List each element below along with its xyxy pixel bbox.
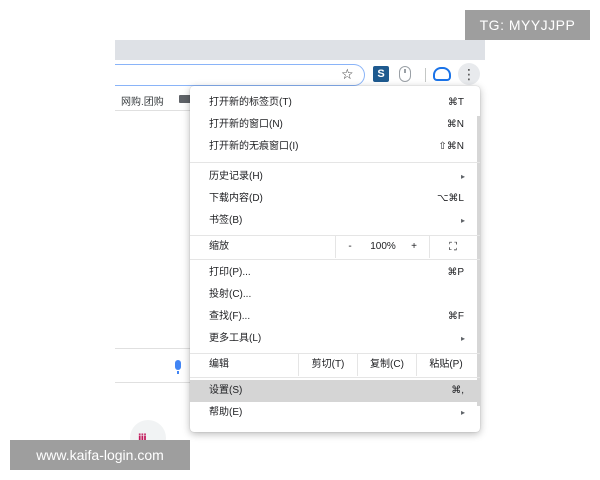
menu-item-find[interactable]: 查找(F)... ⌘F [190, 306, 480, 328]
search-box-edge [115, 382, 195, 383]
menu-item-label: 打开新的窗口(N) [209, 119, 283, 130]
paste-button[interactable]: 粘贴(P) [417, 354, 475, 376]
menu-separator [190, 259, 480, 260]
submenu-arrow-icon: ▸ [460, 216, 465, 225]
zoom-divider [429, 236, 430, 258]
fullscreen-icon[interactable]: ⛶ [440, 236, 466, 258]
menu-item-label: 打开新的无痕窗口(I) [209, 141, 299, 152]
menu-item-label: 下载内容(D) [209, 193, 263, 204]
submenu-arrow-icon: ▸ [460, 408, 465, 417]
menu-item-shortcut: ⇧⌘N [438, 141, 464, 152]
menu-item-shortcut: ⌘, [451, 385, 464, 396]
menu-item-print[interactable]: 打印(P)... ⌘P [190, 262, 480, 284]
watermark-bottom-left: www.kaifa-login.com [10, 440, 190, 470]
copy-button[interactable]: 复制(C) [358, 354, 416, 376]
menu-item-new-window[interactable]: 打开新的窗口(N) ⌘N [190, 114, 480, 136]
extension-s-icon[interactable]: S [373, 66, 389, 82]
menu-row-edit: 编辑 剪切(T) 复制(C) 粘贴(P) [190, 354, 480, 376]
address-bar[interactable]: ☆ [115, 64, 365, 86]
menu-item-label: 更多工具(L) [209, 333, 262, 344]
zoom-in-button[interactable]: + [404, 236, 424, 258]
chrome-app-menu: 打开新的标签页(T) ⌘T 打开新的窗口(N) ⌘N 打开新的无痕窗口(I) ⇧… [190, 86, 480, 432]
menu-item-label: 投射(C)... [209, 289, 252, 300]
submenu-arrow-icon: ▸ [460, 334, 465, 343]
menu-item-label: 打开新的标签页(T) [209, 97, 292, 108]
menu-item-new-incognito[interactable]: 打开新的无痕窗口(I) ⇧⌘N [190, 136, 480, 158]
menu-item-cast[interactable]: 投射(C)... [190, 284, 480, 306]
menu-item-bookmarks[interactable]: 书签(B) ▸ [190, 210, 480, 232]
menu-separator [190, 162, 480, 163]
menu-separator [190, 377, 480, 378]
search-box-edge [115, 348, 195, 349]
cloud-extension-icon[interactable] [433, 67, 451, 81]
menu-item-history[interactable]: 历史记录(H) ▸ [190, 166, 480, 188]
mouse-extension-icon[interactable] [399, 66, 411, 82]
microphone-icon[interactable] [175, 360, 181, 374]
menu-item-help[interactable]: 帮助(E) ▸ [190, 402, 480, 424]
bookmark-star-icon[interactable]: ☆ [341, 66, 354, 83]
menu-item-label: 查找(F)... [209, 311, 251, 322]
zoom-level: 100% [370, 241, 396, 252]
edit-label: 编辑 [209, 359, 229, 370]
menu-item-label: 历史记录(H) [209, 171, 263, 182]
chrome-menu-button[interactable]: ⋮ [458, 63, 480, 85]
menu-item-shortcut: ⌘P [447, 267, 464, 278]
tab-strip [115, 40, 485, 60]
menu-item-label: 设置(S) [209, 385, 243, 396]
menu-item-shortcut: ⌘N [446, 119, 464, 130]
cut-button[interactable]: 剪切(T) [299, 354, 357, 376]
menu-item-shortcut: ⌘F [447, 311, 464, 322]
toolbar-divider [425, 68, 426, 82]
menu-item-shortcut: ⌘T [447, 97, 464, 108]
watermark-top-right: TG: MYYJJPP [465, 10, 590, 40]
menu-item-label: 打印(P)... [209, 267, 251, 278]
menu-item-label: 帮助(E) [209, 407, 243, 418]
menu-item-label: 书签(B) [209, 215, 243, 226]
zoom-divider [335, 236, 336, 258]
menu-row-zoom: 缩放 - 100% + ⛶ [190, 236, 480, 258]
menu-item-new-tab[interactable]: 打开新的标签页(T) ⌘T [190, 92, 480, 114]
menu-item-settings[interactable]: 设置(S) ⌘, [190, 380, 480, 402]
browser-toolbar: ☆ S ⋮ [115, 60, 485, 88]
menu-item-shortcut: ⌥⌘L [436, 193, 464, 204]
zoom-out-button[interactable]: - [340, 236, 360, 258]
bookmarks-bar: 网购.团购 [115, 88, 195, 111]
menu-item-downloads[interactable]: 下载内容(D) ⌥⌘L [190, 188, 480, 210]
submenu-arrow-icon: ▸ [460, 172, 465, 181]
zoom-label: 缩放 [209, 241, 229, 252]
menu-item-more-tools[interactable]: 更多工具(L) ▸ [190, 328, 480, 350]
bookmark-item[interactable]: 网购.团购 [121, 93, 164, 108]
